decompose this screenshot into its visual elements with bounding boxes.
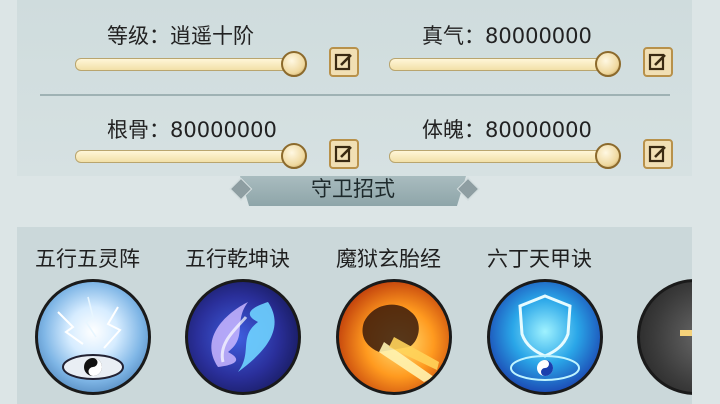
edit-icon: [648, 145, 666, 163]
soul-slider[interactable]: [389, 150, 615, 163]
partial-skill-icon[interactable]: [637, 279, 692, 395]
stats-panel: 等级：逍遥十阶 真气：80000000 根骨：80000000 体魄：80000…: [17, 0, 692, 176]
qi-label: 真气：80000000: [422, 24, 592, 48]
root-edit-button[interactable]: [329, 139, 359, 169]
yin-yang-flame-icon[interactable]: [185, 279, 301, 395]
edit-icon: [334, 145, 352, 163]
soul-slider-knob[interactable]: [595, 143, 621, 169]
skill-name-2: 五行乾坤诀: [185, 247, 290, 271]
qi-slider[interactable]: [389, 58, 615, 71]
skill-name-1: 五行五灵阵: [35, 247, 140, 271]
level-label: 等级：逍遥十阶: [107, 24, 254, 48]
skill-name-4: 六丁天甲诀: [487, 247, 592, 271]
root-slider[interactable]: [75, 150, 301, 163]
level-slider-knob[interactable]: [281, 51, 307, 77]
qi-slider-knob[interactable]: [595, 51, 621, 77]
skill-name-3: 魔狱玄胎经: [336, 247, 441, 271]
edit-icon: [648, 53, 666, 71]
stats-divider: [40, 94, 670, 96]
skill-panel: 五行五灵阵 五行乾坤诀 魔狱玄胎经 六丁天甲诀: [17, 227, 692, 404]
level-slider[interactable]: [75, 58, 301, 71]
section-title: 守卫招式: [311, 177, 395, 201]
level-edit-button[interactable]: [329, 47, 359, 77]
edit-icon: [334, 53, 352, 71]
root-slider-knob[interactable]: [281, 143, 307, 169]
soul-edit-button[interactable]: [643, 139, 673, 169]
soul-label: 体魄：80000000: [422, 118, 592, 142]
blue-shield-taiji-icon[interactable]: [487, 279, 603, 395]
qi-edit-button[interactable]: [643, 47, 673, 77]
root-label: 根骨：80000000: [107, 118, 277, 142]
lightning-taiji-icon[interactable]: [35, 279, 151, 395]
fire-fist-icon[interactable]: [336, 279, 452, 395]
